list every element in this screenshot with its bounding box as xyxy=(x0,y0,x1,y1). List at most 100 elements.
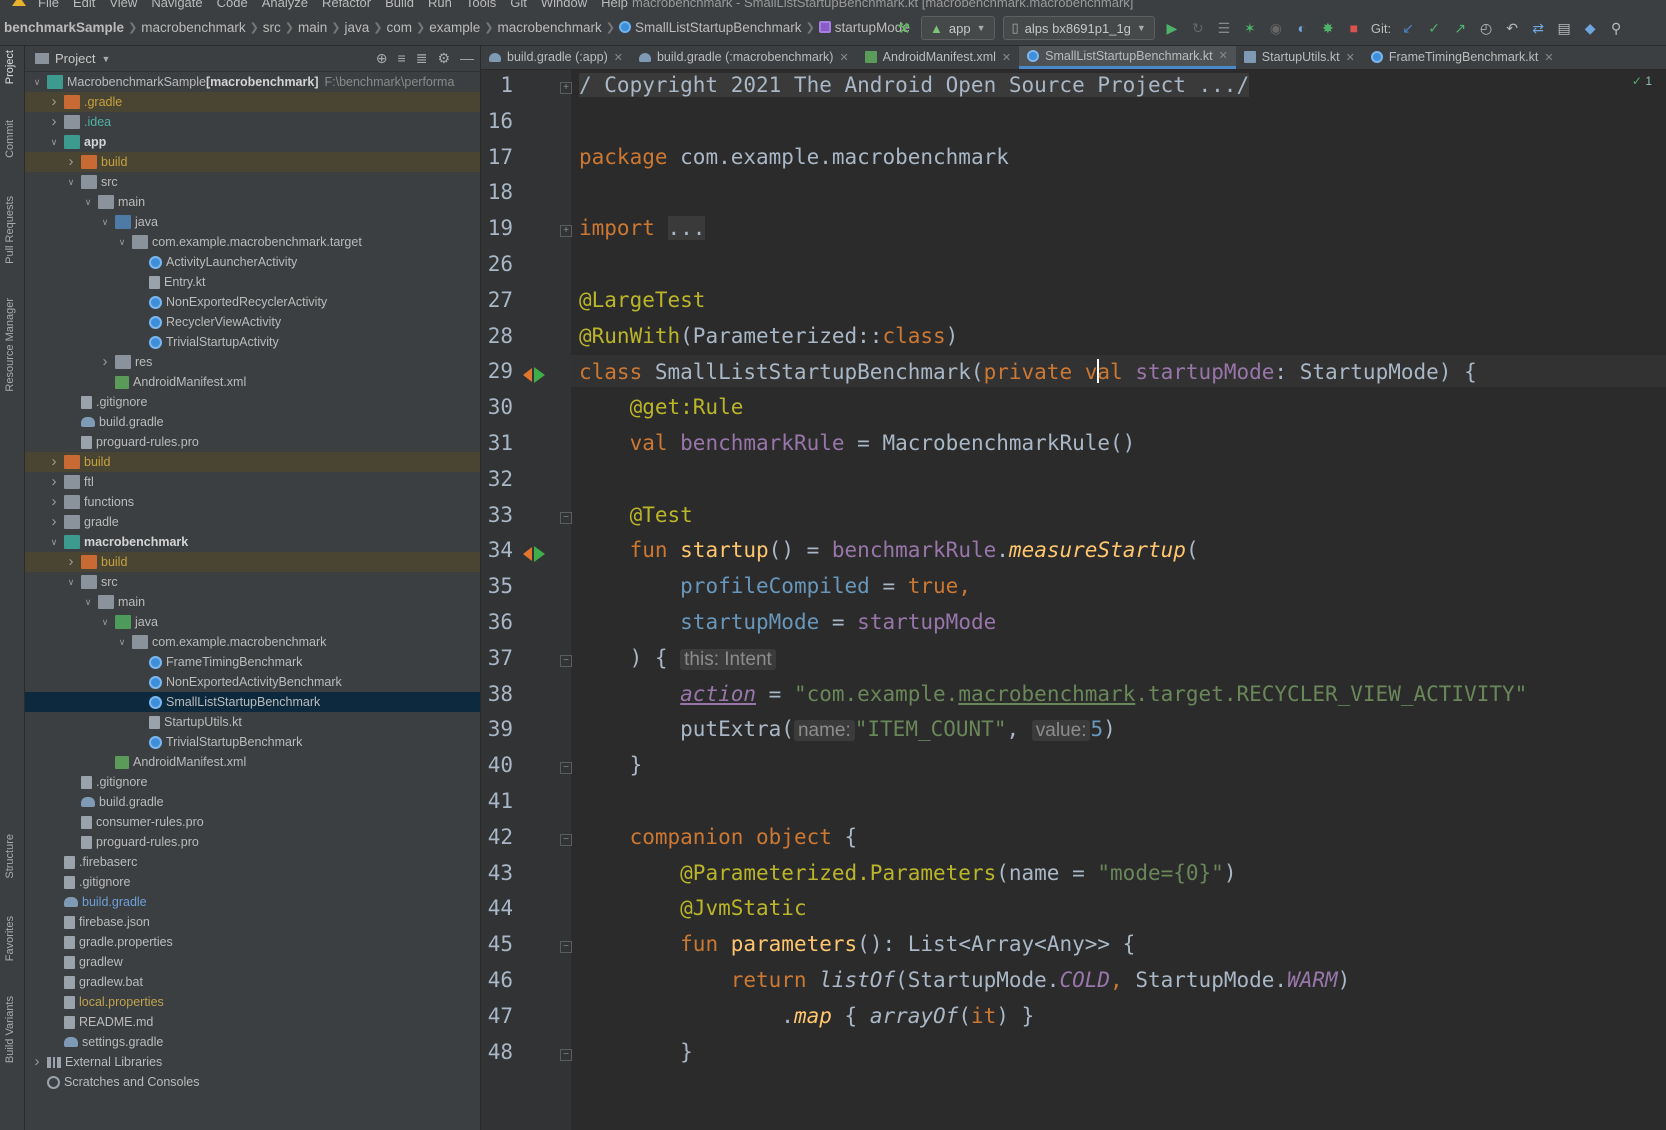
chevron-right-icon[interactable]: › xyxy=(48,452,60,472)
fold-collapse-icon[interactable]: − xyxy=(560,833,572,846)
git-update-icon[interactable]: ↙ xyxy=(1399,19,1417,37)
tree-item[interactable]: ∨ com.example.macrobenchmark.target xyxy=(25,232,480,252)
tree-item[interactable]: build.gradle xyxy=(25,412,480,432)
tree-item[interactable]: ∨ macrobenchmark xyxy=(25,532,480,552)
tree-item[interactable]: › ftl xyxy=(25,472,480,492)
fold-collapse-icon[interactable]: − xyxy=(560,941,572,954)
tree-item[interactable]: ∨ java xyxy=(25,212,480,232)
breadcrumb-item[interactable]: src xyxy=(259,20,285,35)
tree-item[interactable]: › res xyxy=(25,352,480,372)
editor-tab[interactable]: AndroidManifest.xml ✕ xyxy=(857,46,1019,69)
breadcrumb-item[interactable]: example xyxy=(425,20,484,35)
rollback-icon[interactable]: ↶ xyxy=(1503,19,1521,37)
code-line[interactable]: profileCompiled = true, xyxy=(579,574,971,598)
code-line[interactable]: @RunWith(Parameterized::class) xyxy=(579,324,958,348)
device-select[interactable]: ▯ alps bx8691p1_1g ▼ xyxy=(1002,16,1155,40)
code-line[interactable]: action = "com.example.macrobenchmark.tar… xyxy=(579,682,1527,706)
code-line[interactable]: fun startup() = benchmarkRule.measureSta… xyxy=(579,538,1199,562)
profile-icon[interactable]: ◐ xyxy=(1293,19,1311,37)
close-icon[interactable]: ✕ xyxy=(839,51,848,64)
chevron-down-icon[interactable]: ∨ xyxy=(99,212,111,232)
code-line[interactable]: } xyxy=(579,753,643,777)
tree-item[interactable]: TrivialStartupActivity xyxy=(25,332,480,352)
inspection-widget[interactable]: ✓ 1 xyxy=(1632,74,1652,88)
tree-item[interactable]: ∨ com.example.macrobenchmark xyxy=(25,632,480,652)
tree-item[interactable]: gradle.properties xyxy=(25,932,480,952)
fold-collapse-icon[interactable]: − xyxy=(560,762,572,775)
tree-item[interactable]: SmallListStartupBenchmark xyxy=(25,692,480,712)
menu-item-build[interactable]: Build xyxy=(385,0,414,10)
chevron-down-icon[interactable]: ∨ xyxy=(48,132,60,152)
history-icon[interactable]: ◴ xyxy=(1477,19,1495,37)
chevron-down-icon[interactable]: ∨ xyxy=(65,572,77,592)
code-line[interactable]: return listOf(StartupMode.COLD, StartupM… xyxy=(579,968,1351,992)
run-test-icon[interactable] xyxy=(523,366,549,384)
chevron-down-icon[interactable]: ∨ xyxy=(65,172,77,192)
chevron-down-icon[interactable]: ∨ xyxy=(82,592,94,612)
code-line[interactable]: import ... xyxy=(579,216,706,241)
chevron-right-icon[interactable]: › xyxy=(99,352,111,372)
tree-item[interactable]: .gitignore xyxy=(25,872,480,892)
tree-item[interactable]: ∨ src xyxy=(25,572,480,592)
search-icon[interactable]: ⚲ xyxy=(1607,19,1625,37)
fold-expand-icon[interactable]: + xyxy=(560,225,572,238)
tool-window-tab-commit[interactable]: Commit xyxy=(4,120,16,158)
tool-window-tab-pull-requests[interactable]: Pull Requests xyxy=(4,196,16,264)
breadcrumb-item[interactable]: macrobenchmark xyxy=(137,20,249,35)
tree-item[interactable]: FrameTimingBenchmark xyxy=(25,652,480,672)
tree-item[interactable]: › External Libraries xyxy=(25,1052,480,1072)
coverage-icon[interactable]: ◉ xyxy=(1267,19,1285,37)
tree-item[interactable]: Scratches and Consoles xyxy=(25,1072,480,1092)
menu-item-view[interactable]: View xyxy=(109,0,137,10)
code-line[interactable]: putExtra(name: "ITEM_COUNT", value: 5) xyxy=(579,717,1116,742)
menu-item-file[interactable]: File xyxy=(38,0,59,10)
git-commit-icon[interactable]: ✓ xyxy=(1425,19,1443,37)
chevron-right-icon[interactable]: › xyxy=(48,512,60,532)
tree-item[interactable]: proguard-rules.pro xyxy=(25,832,480,852)
tree-item[interactable]: NonExportedRecyclerActivity xyxy=(25,292,480,312)
tree-item[interactable]: ∨ java xyxy=(25,612,480,632)
code-line[interactable]: @LargeTest xyxy=(579,288,705,312)
menu-item-window[interactable]: Window xyxy=(541,0,587,10)
apply-changes-icon[interactable]: ☰ xyxy=(1215,19,1233,37)
tree-item[interactable]: NonExportedActivityBenchmark xyxy=(25,672,480,692)
editor-tab[interactable]: build.gradle (:app) ✕ xyxy=(481,46,631,69)
locate-icon[interactable]: ⊕ xyxy=(376,50,388,67)
chevron-right-icon[interactable]: › xyxy=(48,492,60,512)
gear-icon[interactable]: ⚙ xyxy=(437,50,450,67)
menu-item-edit[interactable]: Edit xyxy=(73,0,95,10)
run-test-icon[interactable] xyxy=(523,545,549,563)
attach-debugger-icon[interactable]: ✸ xyxy=(1319,19,1337,37)
tool-window-tab-resource-manager[interactable]: Resource Manager xyxy=(4,298,16,392)
editor-tab[interactable]: FrameTimingBenchmark.kt ✕ xyxy=(1363,46,1562,69)
tree-item[interactable]: › build xyxy=(25,552,480,572)
close-icon[interactable]: ✕ xyxy=(1002,51,1011,64)
code-line[interactable]: .map { arrayOf(it) } xyxy=(579,1004,1034,1028)
stop-icon[interactable]: ■ xyxy=(1345,19,1363,37)
chevron-down-icon[interactable]: ∨ xyxy=(99,612,111,632)
chevron-right-icon[interactable]: › xyxy=(31,1052,43,1072)
hammer-build-icon[interactable]: ⚒ xyxy=(895,19,913,37)
chevron-right-icon[interactable]: › xyxy=(65,152,77,172)
menu-item-run[interactable]: Run xyxy=(428,0,452,10)
tree-item[interactable]: ∨ app xyxy=(25,132,480,152)
collapse-all-icon[interactable]: ≣ xyxy=(416,50,428,67)
sdk-manager-icon[interactable]: ◆ xyxy=(1581,19,1599,37)
breadcrumb-item[interactable]: com xyxy=(382,20,416,35)
tree-item[interactable]: Entry.kt xyxy=(25,272,480,292)
tool-window-tab-structure[interactable]: Structure xyxy=(4,834,16,879)
tree-item[interactable]: ∨ src xyxy=(25,172,480,192)
chevron-down-icon[interactable]: ∨ xyxy=(116,232,128,252)
run-config-select[interactable]: ▲ app ▼ xyxy=(921,16,995,40)
tree-item[interactable]: › .idea xyxy=(25,112,480,132)
menu-item-analyze[interactable]: Analyze xyxy=(262,0,308,10)
tree-item[interactable]: settings.gradle xyxy=(25,1032,480,1052)
tree-item[interactable]: gradlew.bat xyxy=(25,972,480,992)
tree-item[interactable]: consumer-rules.pro xyxy=(25,812,480,832)
close-icon[interactable]: ✕ xyxy=(1346,51,1355,64)
code-line[interactable]: companion object { xyxy=(579,825,858,849)
tree-item[interactable]: › build xyxy=(25,452,480,472)
tree-item[interactable]: ∨ main xyxy=(25,592,480,612)
debug-icon[interactable]: ✶ xyxy=(1241,19,1259,37)
tree-item[interactable]: gradlew xyxy=(25,952,480,972)
